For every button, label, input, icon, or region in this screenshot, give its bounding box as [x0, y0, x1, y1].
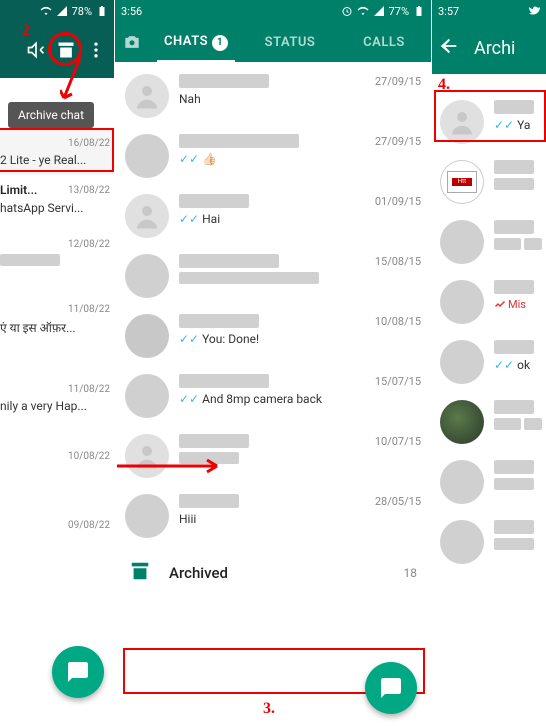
avatar[interactable]: [440, 520, 484, 564]
chat-row[interactable]: Limit...13/08/22 hatsApp Servi...: [0, 175, 114, 223]
calls-tab[interactable]: CALLS: [337, 23, 431, 62]
avatar[interactable]: [125, 194, 169, 238]
chat-row[interactable]: ✓✓Ya: [432, 92, 546, 152]
avatar[interactable]: [440, 460, 484, 504]
chat-row[interactable]: 11/08/22 nily a very Hap...: [0, 344, 114, 421]
status-bar: 3:56 77%: [115, 0, 431, 22]
chat-row[interactable]: 11/08/22 एं या इस ऑफ़र...: [0, 274, 114, 344]
avatar[interactable]: [125, 494, 169, 538]
chat-row[interactable]: 15/08/15: [115, 246, 431, 306]
read-ticks-icon: ✓✓: [494, 358, 514, 372]
battery-text: 77%: [389, 5, 409, 18]
archived-header: Archi: [432, 22, 546, 74]
wifi-icon: [357, 5, 369, 17]
chat-row[interactable]: [432, 512, 546, 572]
clock: 3:56: [121, 5, 142, 18]
avatar[interactable]: [125, 374, 169, 418]
battery-icon: [96, 5, 108, 17]
announcement-avatar[interactable]: [125, 314, 169, 358]
mute-icon[interactable]: [22, 36, 50, 64]
archive-tooltip: Archive chat: [8, 102, 94, 128]
archive-box-icon: [129, 560, 151, 586]
avatar[interactable]: [125, 74, 169, 118]
read-ticks-icon: ✓✓: [494, 118, 514, 132]
avatar[interactable]: [125, 254, 169, 298]
status-tab[interactable]: STATUS: [243, 23, 337, 62]
battery-icon: [413, 5, 425, 17]
new-chat-fab[interactable]: [52, 646, 104, 698]
chat-row[interactable]: 27/09/15 ✓✓👍🏻: [115, 126, 431, 186]
annotation-number-3: 3.: [263, 700, 275, 718]
status-bar: 3:57: [432, 0, 546, 22]
read-ticks-icon: ✓✓: [179, 152, 199, 166]
avatar[interactable]: [440, 220, 484, 264]
archived-row[interactable]: Archived 18: [115, 546, 431, 600]
chat-row[interactable]: 16/08/22 2 Lite - ye Real...: [0, 130, 114, 175]
twitter-icon: [528, 5, 540, 17]
avatar[interactable]: [440, 400, 484, 444]
signal-icon: [373, 5, 385, 17]
annotation-arrow: [117, 456, 227, 476]
chat-row[interactable]: 15/07/15 ✓✓And 8mp camera back: [115, 366, 431, 426]
chat-row[interactable]: Htt: [432, 152, 546, 212]
archive-icon[interactable]: [52, 36, 80, 64]
chat-row[interactable]: [432, 392, 546, 452]
chat-row[interactable]: 10/08/15 ✓✓You: Done!: [115, 306, 431, 366]
avatar[interactable]: [440, 100, 484, 144]
avatar[interactable]: Htt: [440, 160, 484, 204]
read-ticks-icon: ✓✓: [179, 392, 199, 406]
more-icon[interactable]: [82, 36, 110, 64]
missed-call-icon: Mis: [494, 298, 542, 311]
alarm-icon: [341, 5, 353, 17]
signal-icon: [56, 5, 68, 17]
chat-row[interactable]: [432, 212, 546, 272]
chat-row[interactable]: 12/08/22: [0, 223, 114, 274]
status-bar: 78%: [0, 0, 114, 22]
clock: 3:57: [438, 5, 459, 18]
battery-text: 78%: [72, 5, 92, 18]
avatar[interactable]: [125, 134, 169, 178]
wifi-icon: [40, 5, 52, 17]
read-ticks-icon: ✓✓: [179, 212, 199, 226]
chat-row[interactable]: 10/08/22: [0, 421, 114, 470]
chat-row[interactable]: 28/05/15 Hiii: [115, 486, 431, 546]
chat-row[interactable]: ✓✓ok: [432, 332, 546, 392]
avatar[interactable]: [440, 340, 484, 384]
new-chat-fab[interactable]: [365, 662, 417, 714]
tab-bar: CHATS1 STATUS CALLS: [115, 22, 431, 62]
camera-tab[interactable]: [115, 32, 149, 52]
chat-row[interactable]: 01/09/15 ✓✓Hai: [115, 186, 431, 246]
selection-header: [0, 22, 114, 78]
chat-row[interactable]: Mis: [432, 272, 546, 332]
chat-row[interactable]: 27/09/15 Nah: [115, 66, 431, 126]
archived-title: Archi: [474, 38, 515, 59]
avatar[interactable]: [440, 280, 484, 324]
chats-tab[interactable]: CHATS1: [149, 22, 243, 63]
chat-row[interactable]: 09/08/22: [0, 470, 114, 539]
back-icon[interactable]: [438, 35, 460, 61]
read-ticks-icon: ✓✓: [179, 332, 199, 346]
chat-row[interactable]: [432, 452, 546, 512]
